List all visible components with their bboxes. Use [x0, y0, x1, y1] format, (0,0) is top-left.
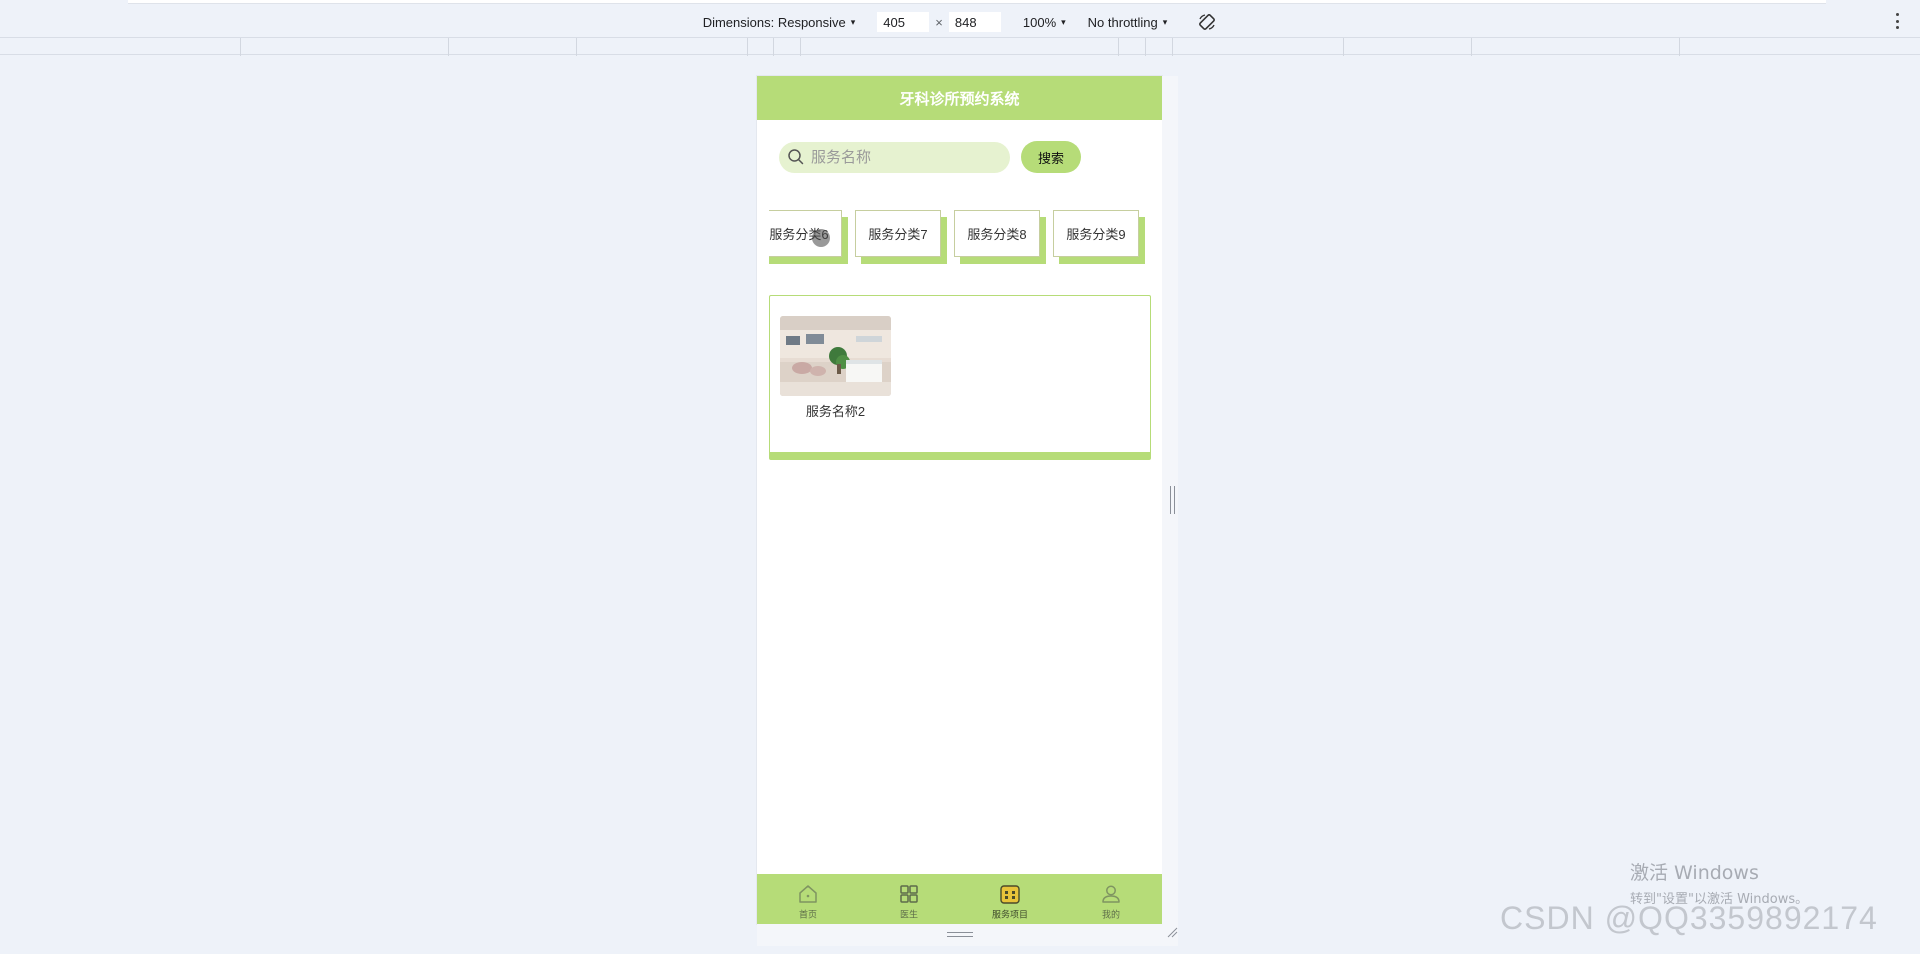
search-icon [788, 149, 804, 165]
throttling-dropdown[interactable]: No throttling ▾ [1088, 15, 1168, 30]
rotate-icon[interactable] [1197, 12, 1217, 32]
tab-label: 服务项目 [992, 910, 1029, 921]
browser-top-edge [128, 0, 1826, 4]
tab-doctors[interactable]: 医生 [858, 874, 959, 924]
category-label: 服务分类8 [967, 227, 1027, 242]
device-toolbar: Dimensions: Responsive ▾ × 100% ▾ No thr… [0, 6, 1920, 38]
more-options-icon[interactable] [1896, 13, 1900, 29]
search-box[interactable] [779, 141, 1010, 173]
activation-title: 激活 Windows [1630, 862, 1759, 884]
throttling-label: No throttling [1087, 14, 1158, 30]
device-viewport: 牙科诊所预约系统 搜索 服务分类6 服务分类7 服务分类8 服务分类9 [757, 76, 1162, 924]
home-icon [798, 885, 817, 903]
page-title: 牙科诊所预约系统 [899, 89, 1020, 108]
resize-handle-right[interactable] [1170, 486, 1175, 514]
tab-label: 医生 [899, 910, 918, 921]
service-card[interactable]: 服务名称2 [780, 316, 891, 420]
user-icon [1102, 885, 1121, 903]
app-header: 牙科诊所预约系统 [757, 76, 1162, 120]
width-input[interactable] [877, 12, 930, 32]
tab-home[interactable]: 首页 [757, 874, 858, 924]
resize-handle-bottom[interactable] [947, 932, 973, 937]
service-name: 服务名称2 [805, 404, 866, 419]
category-item[interactable]: 服务分类6 [769, 210, 842, 257]
search-button[interactable]: 搜索 [1021, 141, 1081, 173]
search-row: 搜索 [779, 141, 1081, 173]
height-input[interactable] [948, 12, 1001, 32]
zoom-dropdown[interactable]: 100% ▾ [1023, 15, 1066, 30]
tab-services[interactable]: 服务项目 [960, 874, 1061, 924]
grid-icon [900, 885, 918, 903]
category-item[interactable]: 服务分类8 [954, 210, 1040, 257]
touch-cursor [812, 229, 830, 247]
service-image [780, 316, 891, 396]
resize-corner-icon[interactable] [1166, 926, 1178, 938]
chevron-down-icon: ▾ [850, 16, 856, 27]
bottom-tabbar: 首页 医生 服务项目 我的 [757, 874, 1162, 924]
calendar-icon [1000, 885, 1020, 904]
category-item[interactable]: 服务分类7 [855, 210, 941, 257]
category-label: 服务分类7 [868, 227, 928, 242]
tab-mine[interactable]: 我的 [1061, 874, 1162, 924]
zoom-label: 100% [1022, 14, 1057, 30]
dimensions-dropdown[interactable]: Dimensions: Responsive ▾ [703, 15, 856, 30]
times-sign: × [935, 14, 943, 30]
chevron-down-icon: ▾ [1061, 16, 1066, 27]
category-strip[interactable]: 服务分类6 服务分类7 服务分类8 服务分类9 [769, 210, 1151, 270]
search-input[interactable] [811, 148, 1001, 166]
chevron-down-icon: ▾ [1162, 16, 1168, 27]
service-list: 服务名称2 [769, 295, 1151, 460]
tab-label: 我的 [1102, 910, 1121, 921]
category-item[interactable]: 服务分类9 [1053, 210, 1139, 257]
tab-label: 首页 [798, 910, 817, 921]
dimensions-label: Dimensions: Responsive [702, 14, 846, 30]
media-query-ruler [0, 37, 1920, 56]
category-label: 服务分类9 [1066, 227, 1126, 242]
csdn-watermark: CSDN @QQ3359892174 [1500, 900, 1878, 936]
